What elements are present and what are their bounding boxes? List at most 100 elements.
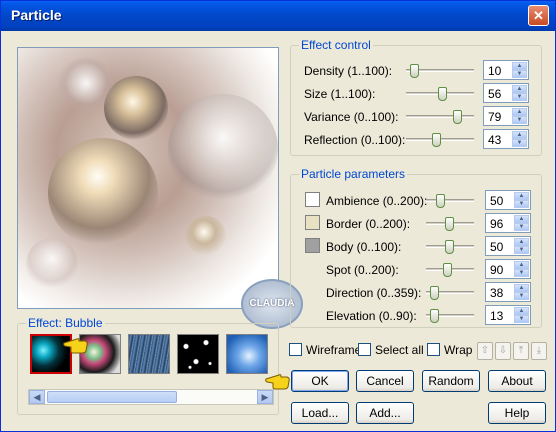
elevation-up-icon[interactable]: ▲ — [514, 307, 529, 315]
size-slider[interactable] — [406, 87, 474, 101]
scroll-right-icon[interactable]: ▶ — [257, 390, 273, 404]
reflection-slider-thumb[interactable] — [432, 133, 441, 147]
cancel-button[interactable]: Cancel — [356, 370, 414, 392]
move-down-icon[interactable]: ⇩ — [495, 342, 511, 360]
preset-sky[interactable] — [226, 334, 268, 374]
spot-value[interactable]: 90 — [490, 263, 503, 277]
reflection-down-icon[interactable]: ▼ — [512, 139, 527, 147]
ambience-slider[interactable] — [426, 194, 474, 208]
wrap-label[interactable]: Wrap — [444, 343, 472, 357]
density-up-icon[interactable]: ▲ — [512, 62, 527, 70]
body-slider[interactable] — [426, 240, 474, 254]
elevation-slider[interactable] — [426, 309, 474, 323]
reflection-up-icon[interactable]: ▲ — [512, 131, 527, 139]
reflection-slider[interactable] — [406, 133, 474, 147]
add-button[interactable]: Add... — [356, 402, 414, 424]
ambience-slider-thumb[interactable] — [436, 194, 445, 208]
border-spinbox[interactable]: 96 ▲ ▼ — [485, 213, 531, 233]
move-top-icon[interactable]: ⤒ — [513, 342, 529, 360]
border-row: Border (0..200): 96 ▲ ▼ — [299, 213, 539, 235]
wireframe-label[interactable]: Wireframe — [306, 343, 361, 357]
direction-up-icon[interactable]: ▲ — [514, 284, 529, 292]
ok-button[interactable]: OK — [291, 370, 349, 392]
about-button[interactable]: About — [488, 370, 546, 392]
ambience-value[interactable]: 50 — [490, 194, 503, 208]
body-value[interactable]: 50 — [490, 240, 503, 254]
variance-down-icon[interactable]: ▼ — [512, 116, 527, 124]
spot-spinbox[interactable]: 90 ▲ ▼ — [485, 259, 531, 279]
spot-up-icon[interactable]: ▲ — [514, 261, 529, 269]
spot-slider-thumb[interactable] — [443, 263, 452, 277]
density-slider[interactable] — [406, 64, 474, 78]
particle-parameters-legend: Particle parameters — [299, 167, 408, 181]
size-slider-thumb[interactable] — [438, 87, 447, 101]
preset-stars[interactable] — [177, 334, 219, 374]
elevation-slider-thumb[interactable] — [430, 309, 439, 323]
direction-label: Direction (0..359): — [326, 286, 422, 300]
effect-presets-group: Effect: Bubble ◀ ▶ — [17, 316, 279, 415]
density-slider-thumb[interactable] — [410, 64, 419, 78]
direction-slider-thumb[interactable] — [430, 286, 439, 300]
preset-rain[interactable] — [128, 334, 170, 374]
size-down-icon[interactable]: ▼ — [512, 93, 527, 101]
variance-spinbox[interactable]: 79 ▲ ▼ — [483, 106, 529, 126]
help-button[interactable]: Help — [488, 402, 546, 424]
spot-down-icon[interactable]: ▼ — [514, 269, 529, 277]
body-down-icon[interactable]: ▼ — [514, 246, 529, 254]
size-label: Size (1..100): — [304, 87, 376, 101]
reflection-value[interactable]: 43 — [488, 133, 501, 147]
ambience-row: Ambience (0..200): 50 ▲ ▼ — [299, 190, 539, 212]
particle-parameters-group: Particle parameters Ambience (0..200): 5… — [290, 167, 542, 328]
density-value[interactable]: 10 — [488, 64, 501, 78]
direction-spinbox[interactable]: 38 ▲ ▼ — [485, 282, 531, 302]
direction-slider[interactable] — [426, 286, 474, 300]
ambience-spinbox[interactable]: 50 ▲ ▼ — [485, 190, 531, 210]
reflection-spinbox[interactable]: 43 ▲ ▼ — [483, 129, 529, 149]
variance-up-icon[interactable]: ▲ — [512, 108, 527, 116]
variance-slider[interactable] — [406, 110, 474, 124]
presets-scrollbar[interactable]: ◀ ▶ — [28, 389, 274, 405]
select-all-box[interactable] — [358, 343, 371, 356]
ambience-up-icon[interactable]: ▲ — [514, 192, 529, 200]
body-color-swatch[interactable] — [305, 238, 320, 253]
border-value[interactable]: 96 — [490, 217, 503, 231]
body-slider-thumb[interactable] — [445, 240, 454, 254]
density-label: Density (1..100): — [304, 64, 393, 78]
wireframe-box[interactable] — [289, 343, 302, 356]
wrap-box[interactable] — [427, 343, 440, 356]
elevation-spinbox[interactable]: 13 ▲ ▼ — [485, 305, 531, 325]
title-bar[interactable]: Particle ✕ — [1, 1, 555, 31]
border-up-icon[interactable]: ▲ — [514, 215, 529, 223]
density-spinbox[interactable]: 10 ▲ ▼ — [483, 60, 529, 80]
border-slider-thumb[interactable] — [445, 217, 454, 231]
elevation-down-icon[interactable]: ▼ — [514, 315, 529, 323]
density-down-icon[interactable]: ▼ — [512, 70, 527, 78]
direction-value[interactable]: 38 — [490, 286, 503, 300]
effect-preview — [17, 47, 279, 309]
select-all-label[interactable]: Select all — [375, 343, 424, 357]
spot-slider[interactable] — [426, 263, 474, 277]
ambience-down-icon[interactable]: ▼ — [514, 200, 529, 208]
move-bottom-icon[interactable]: ⤓ — [531, 342, 547, 360]
size-spinbox[interactable]: 56 ▲ ▼ — [483, 83, 529, 103]
border-color-swatch[interactable] — [305, 215, 320, 230]
close-button[interactable]: ✕ — [528, 5, 549, 26]
variance-value[interactable]: 79 — [488, 110, 501, 124]
random-button[interactable]: Random — [422, 370, 480, 392]
body-spinbox[interactable]: 50 ▲ ▼ — [485, 236, 531, 256]
scroll-left-icon[interactable]: ◀ — [29, 390, 45, 404]
scrollbar-thumb[interactable] — [47, 391, 177, 403]
elevation-value[interactable]: 13 — [490, 309, 503, 323]
ambience-color-swatch[interactable] — [305, 192, 320, 207]
size-up-icon[interactable]: ▲ — [512, 85, 527, 93]
load-button[interactable]: Load... — [291, 402, 349, 424]
bubble — [58, 58, 114, 114]
body-up-icon[interactable]: ▲ — [514, 238, 529, 246]
variance-slider-thumb[interactable] — [453, 110, 462, 124]
border-slider[interactable] — [426, 217, 474, 231]
size-value[interactable]: 56 — [488, 87, 501, 101]
border-down-icon[interactable]: ▼ — [514, 223, 529, 231]
direction-down-icon[interactable]: ▼ — [514, 292, 529, 300]
move-up-icon[interactable]: ⇧ — [477, 342, 493, 360]
variance-row: Variance (0..100): 79 ▲ ▼ — [291, 106, 541, 128]
